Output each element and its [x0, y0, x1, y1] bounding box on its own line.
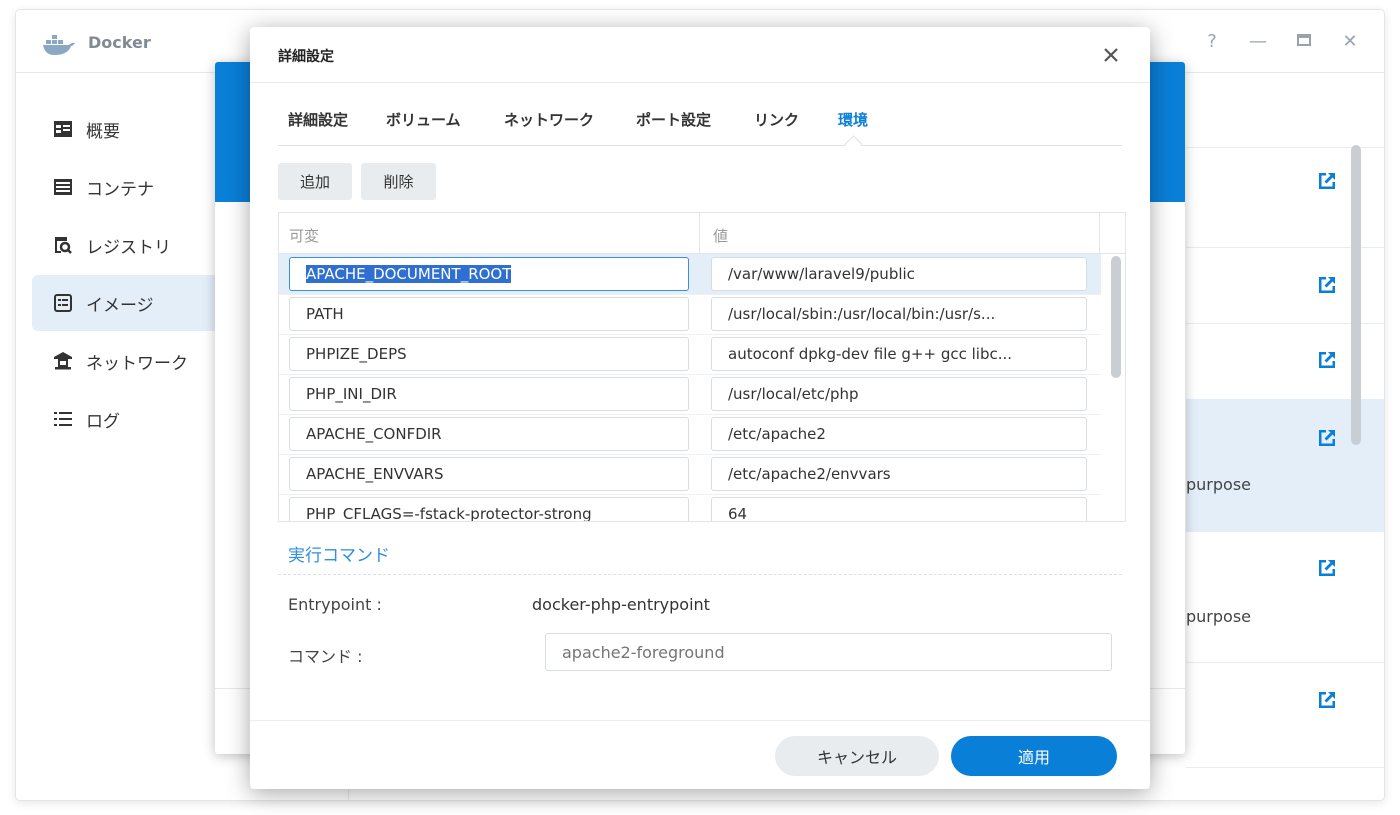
overview-icon [52, 118, 74, 140]
tab-environment[interactable]: 環境 [838, 109, 868, 130]
value-input[interactable]: /etc/apache2 [711, 417, 1087, 451]
variable-input[interactable]: APACHE_CONFDIR [289, 417, 689, 451]
variable-input[interactable]: PATH [289, 297, 689, 331]
sidebar-item-label: レジストリ [86, 237, 171, 258]
variable-input[interactable]: PHP_INI_DIR [289, 377, 689, 411]
table-row[interactable] [1186, 531, 1384, 663]
dialog-header-divider [250, 82, 1150, 83]
tab-network[interactable]: ネットワーク [504, 109, 594, 130]
log-list-icon [52, 408, 74, 430]
help-icon[interactable]: ? [1202, 32, 1222, 52]
variable-input[interactable]: PHP_CFLAGS=-fstack-protector-strong [289, 497, 689, 521]
container-icon [52, 176, 74, 198]
external-link-icon[interactable] [1316, 689, 1338, 711]
table-row[interactable]: PHPIZE_DEPS autoconf dpkg-dev file g++ g… [279, 334, 1101, 375]
add-button[interactable]: 追加 [278, 163, 352, 200]
cancel-button[interactable]: キャンセル [775, 736, 939, 776]
list-header-row [1186, 72, 1384, 148]
command-label: コマンド : [288, 647, 363, 666]
value-input[interactable]: /etc/apache2/envvars [711, 457, 1087, 491]
tab-links[interactable]: リンク [754, 109, 799, 130]
external-link-icon[interactable] [1316, 349, 1338, 371]
value-input[interactable]: 64 [711, 497, 1087, 521]
list-scrollbar[interactable] [1351, 145, 1361, 445]
section-divider [278, 574, 1122, 575]
external-link-icon[interactable] [1316, 557, 1338, 579]
table-row[interactable]: APACHE_CONFDIR /etc/apache2 [279, 414, 1101, 455]
tab-port-settings[interactable]: ポート設定 [636, 109, 711, 130]
entrypoint-value: docker-php-entrypoint [532, 595, 710, 614]
command-input[interactable] [545, 633, 1112, 671]
maximize-icon[interactable] [1294, 32, 1314, 52]
column-header-value: 値 [713, 227, 729, 245]
minimize-icon[interactable]: — [1248, 32, 1268, 52]
sidebar-item-label: ログ [86, 411, 120, 432]
table-row[interactable]: PATH /usr/local/sbin:/usr/local/bin:/usr… [279, 294, 1101, 335]
table-row[interactable]: APACHE_ENVVARS /etc/apache2/envvars [279, 454, 1101, 495]
advanced-settings-dialog: 詳細設定 詳細設定 ボリューム ネットワーク ポート設定 リンク 環境 追加 削… [250, 27, 1150, 789]
value-input[interactable]: /usr/local/etc/php [711, 377, 1087, 411]
variable-input[interactable]: PHPIZE_DEPS [289, 337, 689, 371]
image-icon [52, 292, 74, 314]
close-icon[interactable]: ✕ [1340, 32, 1360, 52]
variable-input[interactable]: APACHE_ENVVARS [289, 457, 689, 491]
dialog-footer-divider [250, 720, 1150, 721]
external-link-icon[interactable] [1316, 274, 1338, 296]
column-divider[interactable] [699, 213, 700, 253]
app-title: Docker [88, 33, 151, 52]
external-link-icon[interactable] [1316, 170, 1338, 192]
external-link-icon[interactable] [1316, 427, 1338, 449]
window-controls: ? — ✕ [1202, 32, 1360, 52]
table-row[interactable] [1186, 662, 1384, 768]
variable-input[interactable]: APACHE_DOCUMENT_ROOT [289, 257, 689, 291]
active-tab-indicator [844, 135, 863, 154]
tab-advanced[interactable]: 詳細設定 [288, 109, 348, 130]
table-row[interactable]: PHP_INI_DIR /usr/local/etc/php [279, 374, 1101, 415]
value-input[interactable]: /var/www/laravel9/public [711, 257, 1087, 291]
dialog-title: 詳細設定 [278, 49, 334, 65]
sidebar-item-label: ネットワーク [86, 353, 188, 374]
purpose-text: purpose [1186, 475, 1251, 494]
sidebar-item-label: イメージ [86, 295, 154, 316]
entrypoint-label: Entrypoint : [288, 595, 382, 614]
column-divider[interactable] [1099, 213, 1100, 253]
table-row[interactable]: APACHE_DOCUMENT_ROOT /var/www/laravel9/p… [279, 254, 1101, 295]
value-input[interactable]: autoconf dpkg-dev file g++ gcc libc... [711, 337, 1087, 371]
docker-logo-icon [43, 35, 75, 55]
table-scrollbar[interactable] [1111, 256, 1121, 378]
environment-variables-table: 可変 値 APACHE_DOCUMENT_ROOT /var/www/larav… [278, 212, 1126, 522]
table-header: 可変 値 [279, 213, 1125, 254]
value-input[interactable]: /usr/local/sbin:/usr/local/bin:/usr/s... [711, 297, 1087, 331]
purpose-text: purpose [1186, 607, 1251, 626]
registry-search-icon [52, 234, 74, 256]
close-icon[interactable] [1100, 44, 1122, 66]
delete-button[interactable]: 削除 [361, 163, 436, 200]
apply-button[interactable]: 適用 [951, 736, 1117, 776]
sidebar-item-label: コンテナ [86, 179, 154, 200]
network-icon [52, 350, 74, 372]
tab-bar: 詳細設定 ボリューム ネットワーク ポート設定 リンク 環境 [278, 109, 1122, 154]
sidebar-item-label: 概要 [86, 121, 120, 142]
tab-volume[interactable]: ボリューム [386, 109, 461, 130]
exec-command-section-title: 実行コマンド [288, 546, 390, 566]
column-header-variable: 可変 [289, 227, 320, 245]
table-row[interactable]: PHP_CFLAGS=-fstack-protector-strong 64 [279, 494, 1101, 521]
